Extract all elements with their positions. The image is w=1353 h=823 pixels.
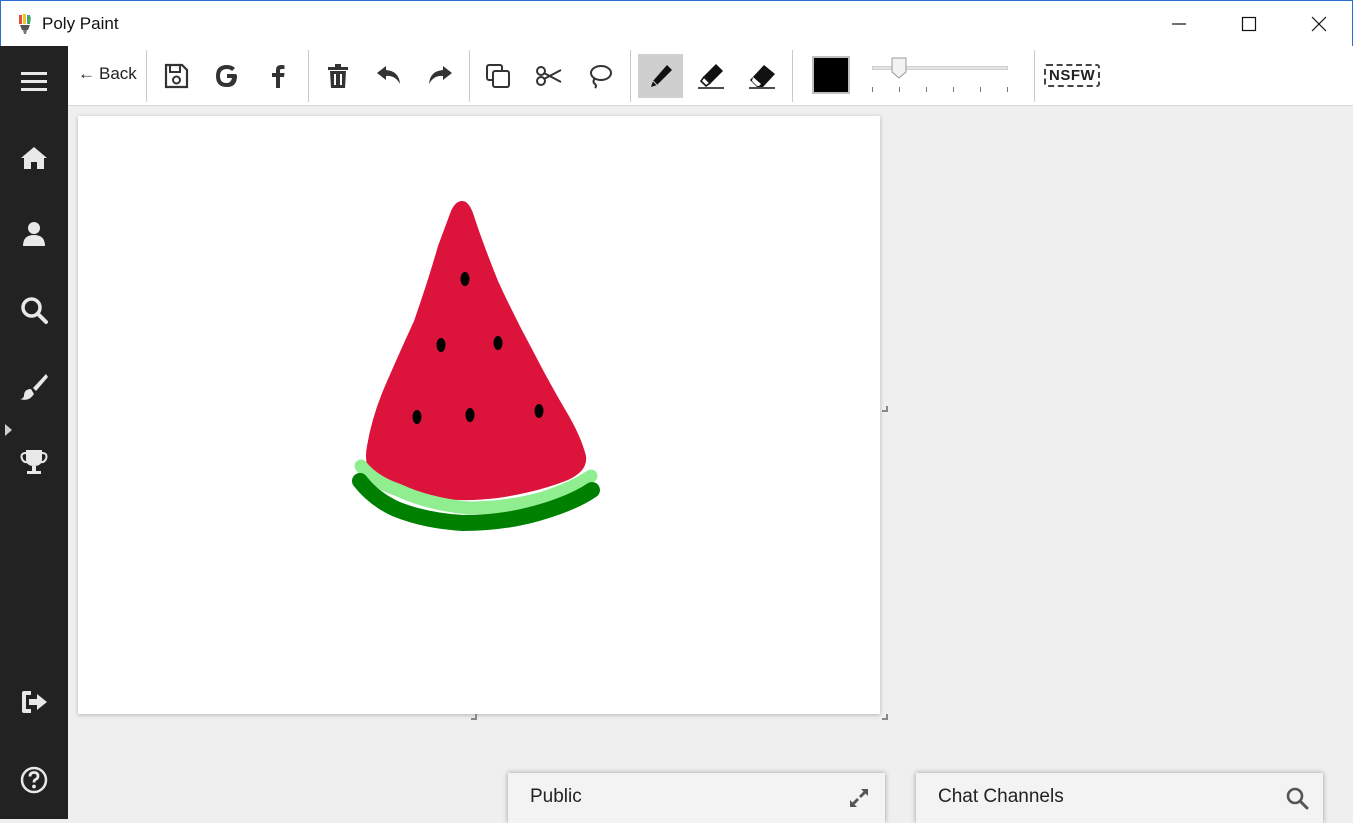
watermelon-seed — [412, 410, 422, 424]
toolbar: ← Back NSFW — [68, 46, 1353, 106]
sidebar-item-leaderboard[interactable] — [0, 436, 68, 488]
lasso-icon — [590, 65, 612, 89]
canvas-resize-handle-right[interactable] — [882, 406, 888, 412]
pencil-tool-button[interactable] — [638, 54, 683, 98]
eraser-icon — [749, 65, 775, 89]
back-arrow-icon: ← — [78, 64, 95, 83]
redo-button[interactable] — [418, 54, 462, 98]
app-logo-icon — [19, 14, 31, 34]
chat-channels-title: Chat Channels — [938, 786, 1064, 807]
toolbar-separator — [792, 50, 793, 102]
search-icon[interactable] — [1285, 786, 1309, 810]
watermelon-seed — [436, 338, 446, 352]
search-icon — [21, 297, 48, 324]
back-label: Back — [99, 64, 137, 83]
save-button[interactable] — [154, 54, 198, 98]
minimize-button[interactable] — [1144, 1, 1214, 47]
marker-tool-button[interactable] — [689, 54, 733, 98]
trash-icon — [328, 64, 348, 88]
home-icon — [21, 147, 47, 169]
eraser-tool-button[interactable] — [740, 54, 784, 98]
facebook-icon — [272, 65, 285, 88]
slider-tick — [899, 87, 900, 92]
watermelon-seed — [465, 408, 475, 422]
sidebar-item-profile[interactable] — [0, 208, 68, 260]
app-title: Poly Paint — [42, 14, 119, 33]
watermelon-flesh — [366, 201, 587, 501]
close-icon — [1311, 16, 1327, 32]
active-indicator — [5, 424, 12, 436]
watermelon-seed — [493, 336, 503, 350]
stroke-color-picker[interactable] — [812, 56, 850, 94]
chat-channels-panel[interactable]: Chat Channels — [916, 773, 1323, 823]
undo-button[interactable] — [367, 54, 411, 98]
public-chat-panel[interactable]: Public — [508, 773, 885, 823]
stroke-size-slider[interactable] — [868, 56, 1018, 96]
google-share-button[interactable] — [205, 54, 249, 98]
expand-icon[interactable] — [847, 786, 871, 810]
sidebar-item-home[interactable] — [0, 132, 68, 184]
sidebar-item-help[interactable] — [0, 754, 68, 806]
brush-icon — [20, 374, 48, 400]
slider-tick — [872, 87, 873, 92]
maximize-icon — [1241, 16, 1257, 32]
redo-icon — [429, 66, 452, 84]
public-chat-title: Public — [530, 786, 582, 807]
trophy-icon — [20, 450, 48, 474]
minimize-icon — [1172, 23, 1186, 25]
close-button[interactable] — [1284, 1, 1353, 47]
duplicate-button[interactable] — [476, 54, 520, 98]
toolbar-separator — [1034, 50, 1035, 102]
facebook-share-button[interactable] — [256, 54, 300, 98]
sidebar-item-menu[interactable] — [0, 56, 68, 108]
undo-icon — [377, 66, 400, 84]
duplicate-icon — [486, 64, 510, 88]
user-icon — [23, 222, 45, 246]
google-icon — [216, 65, 237, 87]
nsfw-toggle[interactable]: NSFW — [1044, 64, 1101, 87]
clear-canvas-button[interactable] — [316, 54, 360, 98]
marker-icon — [698, 64, 724, 89]
maximize-button[interactable] — [1214, 1, 1284, 47]
back-button[interactable]: ← Back — [78, 64, 137, 84]
sidebar-item-logout[interactable] — [0, 676, 68, 728]
slider-tick — [926, 87, 927, 92]
sidebar-item-draw[interactable] — [0, 360, 68, 412]
slider-tick — [1007, 87, 1008, 92]
cut-button[interactable] — [527, 54, 571, 98]
logout-icon — [22, 691, 47, 713]
slider-tick — [953, 87, 954, 92]
lasso-button[interactable] — [578, 54, 622, 98]
help-icon — [20, 766, 48, 794]
canvas-resize-handle-bottom[interactable] — [471, 714, 477, 720]
drawing-canvas[interactable] — [78, 116, 880, 714]
sidebar — [0, 46, 68, 819]
slider-thumb[interactable] — [891, 57, 907, 79]
toolbar-separator — [146, 50, 147, 102]
save-icon — [164, 63, 189, 89]
toolbar-separator — [469, 50, 470, 102]
canvas-resize-handle-corner[interactable] — [882, 714, 888, 720]
watermelon-seed — [460, 272, 470, 286]
menu-icon — [21, 72, 47, 91]
pencil-icon — [650, 65, 672, 87]
toolbar-separator — [630, 50, 631, 102]
title-bar: Poly Paint — [0, 0, 1353, 46]
sidebar-item-search[interactable] — [0, 284, 68, 336]
watermelon-drawing — [352, 201, 600, 532]
slider-tick — [980, 87, 981, 92]
toolbar-separator — [308, 50, 309, 102]
cut-icon — [536, 66, 562, 86]
watermelon-seed — [534, 404, 544, 418]
